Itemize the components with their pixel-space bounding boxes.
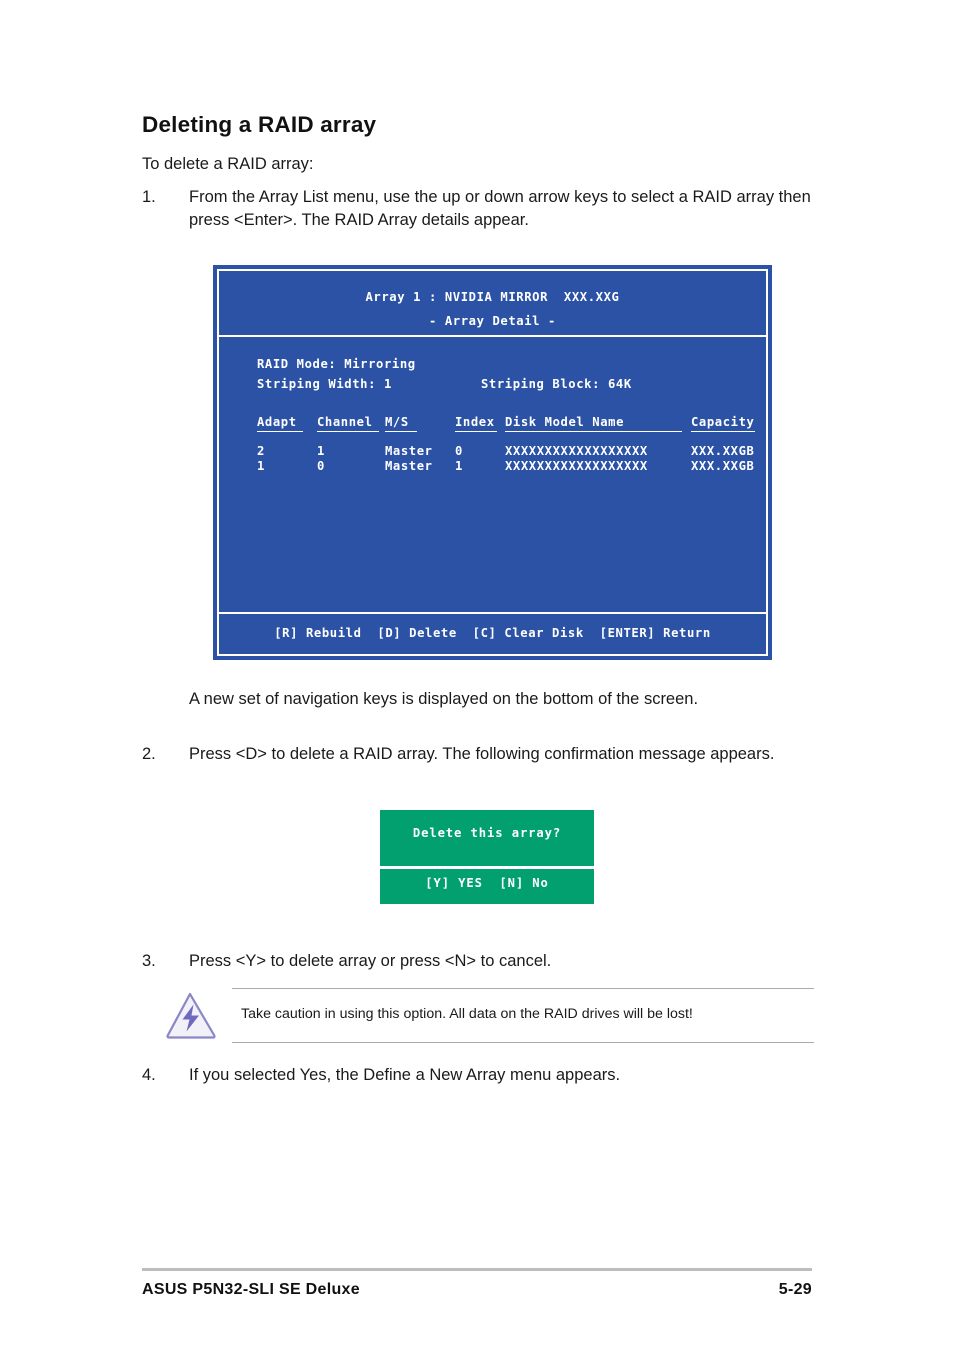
cell-capacity: XXX.XXGB — [691, 444, 755, 458]
bios-nav-keys: [R] Rebuild [D] Delete [C] Clear Disk [E… — [274, 626, 711, 640]
cell-channel: 1 — [317, 444, 325, 458]
step-2-number: 2. — [142, 745, 156, 763]
bios-navigation-bar: [R] Rebuild [D] Delete [C] Clear Disk [E… — [219, 614, 766, 654]
table-row[interactable]: 1 0 Master 1 XXXXXXXXXXXXXXXXXX XXX.XXGB — [257, 459, 754, 474]
cell-model: XXXXXXXXXXXXXXXXXX — [505, 444, 648, 458]
cell-model: XXXXXXXXXXXXXXXXXX — [505, 459, 648, 473]
cell-capacity: XXX.XXGB — [691, 459, 755, 473]
navigation-keys-note: A new set of navigation keys is displaye… — [189, 690, 699, 708]
step-1: 1. From the Array List menu, use the up … — [142, 186, 814, 233]
field-striping-block: Striping Block: 64K — [481, 377, 632, 391]
step-1-text: From the Array List menu, use the up or … — [189, 188, 811, 230]
disk-table-header-row: Adapt Channel M/S Index Disk Model Name … — [257, 415, 755, 438]
cell-adapt: 2 — [257, 444, 265, 458]
caution-note-rule-box: Take caution in using this option. All d… — [232, 988, 814, 1043]
lead-text: To delete a RAID array: — [142, 155, 314, 173]
step-2-text: Press <D> to delete a RAID array. The fo… — [189, 745, 775, 763]
manual-page: Deleting a RAID array To delete a RAID a… — [0, 0, 954, 1351]
bios-screen-frame: Array 1 : NVIDIA MIRROR XXX.XXG - Array … — [217, 269, 768, 656]
cell-ms: Master — [385, 444, 433, 458]
confirm-message: Delete this array? — [412, 826, 562, 840]
step-3: 3. Press <Y> to delete array or press <N… — [142, 950, 814, 973]
step-4: 4. If you selected Yes, the Define a New… — [142, 1064, 814, 1087]
column-header-model: Disk Model Name — [505, 415, 682, 432]
cell-adapt: 1 — [257, 459, 265, 473]
delete-confirm-dialog: Delete this array? [Y] YES [N] No — [380, 810, 594, 904]
column-header-channel: Channel — [317, 415, 379, 432]
footer-divider — [142, 1268, 812, 1271]
warning-lightning-icon — [164, 990, 218, 1040]
cell-channel: 0 — [317, 459, 325, 473]
step-2: 2. Press <D> to delete a RAID array. The… — [142, 743, 814, 766]
step-3-number: 3. — [142, 952, 156, 970]
bios-detail-body: RAID Mode: Mirroring Striping Width: 1 S… — [219, 337, 766, 614]
disk-table: Adapt Channel M/S Index Disk Model Name … — [257, 415, 755, 474]
footer-page-number: 5-29 — [778, 1281, 812, 1298]
step-4-text: If you selected Yes, the Define a New Ar… — [189, 1066, 621, 1084]
caution-note: Take caution in using this option. All d… — [160, 988, 814, 1043]
footer-product-name: ASUS P5N32-SLI SE Deluxe — [142, 1281, 360, 1298]
column-header-index: Index — [455, 415, 497, 432]
table-row[interactable]: 2 1 Master 0 XXXXXXXXXXXXXXXXXX XXX.XXGB — [257, 444, 754, 459]
column-header-ms: M/S — [385, 415, 417, 432]
cell-ms: Master — [385, 459, 433, 473]
column-header-capacity: Capacity — [691, 415, 755, 432]
bios-array-detail-screen: Array 1 : NVIDIA MIRROR XXX.XXG - Array … — [213, 265, 772, 660]
field-striping-width: Striping Width: 1 — [257, 377, 392, 391]
cell-index: 0 — [455, 444, 463, 458]
caution-note-text: Take caution in using this option. All d… — [241, 1006, 693, 1022]
step-4-number: 4. — [142, 1066, 156, 1084]
confirm-keys[interactable]: [Y] YES [N] No — [380, 876, 594, 890]
column-header-adapt: Adapt — [257, 415, 303, 432]
page-title: Deleting a RAID array — [142, 112, 377, 137]
bios-array-title: Array 1 : NVIDIA MIRROR XXX.XXG — [365, 290, 620, 304]
step-1-number: 1. — [142, 188, 156, 206]
bios-array-subtitle: - Array Detail - — [429, 314, 556, 328]
confirm-keys-panel: [Y] YES [N] No — [380, 869, 594, 901]
bios-title-panel: Array 1 : NVIDIA MIRROR XXX.XXG - Array … — [219, 271, 766, 337]
step-3-text: Press <Y> to delete array or press <N> t… — [189, 952, 552, 970]
cell-index: 1 — [455, 459, 463, 473]
field-raid-mode: RAID Mode: Mirroring — [257, 357, 416, 371]
confirm-message-panel: Delete this array? — [380, 810, 594, 869]
